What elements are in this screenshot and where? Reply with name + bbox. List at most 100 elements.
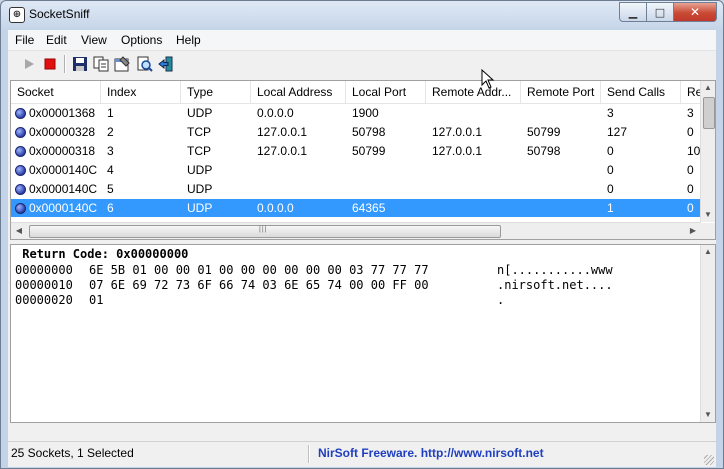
cell-local-port	[346, 161, 426, 179]
detail-scroll-up-icon[interactable]: ▲	[701, 245, 715, 259]
close-icon: ✕	[689, 5, 701, 19]
scroll-left-icon[interactable]: ◀	[11, 223, 27, 239]
detail-scroll-down-icon[interactable]: ▼	[701, 408, 715, 422]
cell-local-port: 50799	[352, 144, 386, 158]
menu-view[interactable]: View	[81, 33, 107, 47]
column-index[interactable]: Index	[101, 81, 181, 103]
list-header: Socket Index Type Local Address Local Po…	[11, 81, 701, 104]
cell-type: TCP	[187, 144, 211, 158]
column-remote-port[interactable]: Remote Port	[521, 81, 601, 103]
cell-remote-address	[426, 199, 521, 217]
data-detail-pane[interactable]: Return Code: 0x00000000 00000000 6E 5B 01…	[10, 244, 716, 423]
window-title: SocketSniff	[29, 7, 90, 21]
scroll-thumb[interactable]	[703, 97, 715, 129]
minimize-icon: ▁	[628, 5, 638, 19]
minimize-button[interactable]: ▁	[619, 2, 647, 22]
cell-type: UDP	[187, 106, 213, 120]
cell-type: TCP	[187, 125, 211, 139]
table-row[interactable]: 0x00001368 1 UDP 0.0.0.0 1900 3 3	[11, 104, 701, 122]
menu-file[interactable]: File	[15, 33, 34, 47]
find-button[interactable]	[136, 55, 154, 73]
menu-edit[interactable]: Edit	[46, 33, 67, 47]
list-body: 0x00001368 1 UDP 0.0.0.0 1900 3 3 0x00000328 2 TC…	[11, 104, 701, 234]
table-row[interactable]: 0x0000140C 6 UDP 0.0.0.0 64365 1 0	[11, 199, 701, 217]
cell-remote-port	[521, 199, 601, 217]
sockets-list[interactable]: Socket Index Type Local Address Local Po…	[10, 80, 716, 240]
cell-remote-address: 127.0.0.1	[432, 125, 483, 139]
list-horizontal-scrollbar[interactable]: ◀ ||| ▶	[11, 222, 701, 239]
save-icon	[73, 57, 87, 71]
hex-hex: 07 6E 69 72 73 6F 66 74 03 6E 65 74 00 0…	[89, 278, 429, 292]
start-button[interactable]	[20, 55, 38, 73]
copy-icon	[93, 56, 109, 72]
resize-grip-icon[interactable]	[704, 455, 714, 465]
table-row[interactable]: 0x0000140C 5 UDP 0 0	[11, 180, 701, 198]
cell-type: UDP	[187, 163, 213, 177]
scrollbar-corner	[701, 223, 715, 239]
column-remote-address[interactable]: Remote Addr...	[426, 81, 521, 103]
cell-send-calls: 0	[607, 144, 614, 158]
cell-remote-address	[426, 180, 521, 198]
cell-recv-calls: 0	[687, 201, 694, 215]
menu-help[interactable]: Help	[176, 33, 201, 47]
column-recv-calls[interactable]: Re	[681, 81, 701, 103]
cell-send-calls: 1	[607, 201, 614, 215]
cell-send-calls: 0	[607, 182, 614, 196]
column-type[interactable]: Type	[181, 81, 251, 103]
column-local-address[interactable]: Local Address	[251, 81, 346, 103]
cell-remote-address	[426, 104, 521, 122]
exit-button[interactable]	[157, 55, 175, 73]
maximize-button[interactable]: □	[647, 2, 674, 22]
hex-offset: 00000000	[15, 263, 73, 277]
cell-recv-calls: 10	[687, 144, 701, 158]
client-area: File Edit View Options Help Socket Index…	[8, 30, 716, 467]
close-button[interactable]: ✕	[674, 2, 717, 22]
cell-remote-address: 127.0.0.1	[432, 144, 483, 158]
table-row[interactable]: 0x00000328 2 TCP 127.0.0.1 50798 127.0.0.1 507…	[11, 123, 701, 141]
status-bar: 25 Sockets, 1 Selected NirSoft Freeware.…	[8, 441, 716, 467]
scroll-up-icon[interactable]: ▲	[701, 81, 715, 95]
cell-local-address: 0.0.0.0	[257, 106, 294, 120]
hex-ascii: .	[497, 293, 505, 307]
save-button[interactable]	[71, 55, 89, 73]
hex-ascii: n[...........www	[497, 263, 613, 277]
scroll-right-icon[interactable]: ▶	[685, 223, 701, 239]
column-local-port[interactable]: Local Port	[346, 81, 426, 103]
menu-options[interactable]: Options	[121, 33, 162, 47]
column-send-calls[interactable]: Send Calls	[601, 81, 681, 103]
play-icon	[25, 59, 34, 69]
cell-local-address	[251, 161, 346, 179]
nirsoft-link[interactable]: NirSoft Freeware. http://www.nirsoft.net	[318, 446, 544, 460]
menu-bar: File Edit View Options Help	[8, 30, 716, 51]
properties-button[interactable]	[113, 55, 131, 73]
cell-index: 2	[107, 125, 114, 139]
cell-socket: 0x00001368	[29, 106, 96, 120]
status-divider	[308, 445, 310, 463]
detail-vertical-scrollbar[interactable]: ▲ ▼	[700, 245, 715, 422]
scroll-grip-icon: |||	[259, 226, 268, 233]
toolbar	[8, 51, 716, 77]
cell-index: 5	[107, 182, 114, 196]
cell-remote-port	[521, 180, 601, 198]
properties-icon	[114, 56, 130, 72]
cell-socket: 0x0000140C	[29, 163, 98, 177]
app-icon: ⊕	[9, 7, 25, 23]
table-row[interactable]: 0x00000318 3 TCP 127.0.0.1 50799 127.0.0.1 507…	[11, 142, 701, 160]
stop-button[interactable]	[41, 55, 59, 73]
exit-icon	[158, 56, 173, 72]
title-bar[interactable]: ⊕ SocketSniff ▁ □ ✕	[1, 1, 723, 29]
cell-socket: 0x0000140C	[29, 182, 98, 196]
column-socket[interactable]: Socket	[11, 81, 101, 103]
scroll-down-icon[interactable]: ▼	[701, 208, 715, 222]
pane-splitter[interactable]	[8, 240, 716, 243]
cell-send-calls: 0	[607, 163, 614, 177]
table-row[interactable]: 0x0000140C 4 UDP 0 0	[11, 161, 701, 179]
cell-type: UDP	[187, 201, 213, 215]
cell-remote-port: 50799	[527, 125, 561, 139]
cell-remote-address	[426, 161, 521, 179]
copy-button[interactable]	[92, 55, 110, 73]
cell-local-port: 64365	[352, 201, 386, 215]
cell-recv-calls: 0	[687, 182, 694, 196]
cell-local-port: 50798	[352, 125, 386, 139]
list-vertical-scrollbar[interactable]: ▲ ▼	[700, 81, 715, 222]
